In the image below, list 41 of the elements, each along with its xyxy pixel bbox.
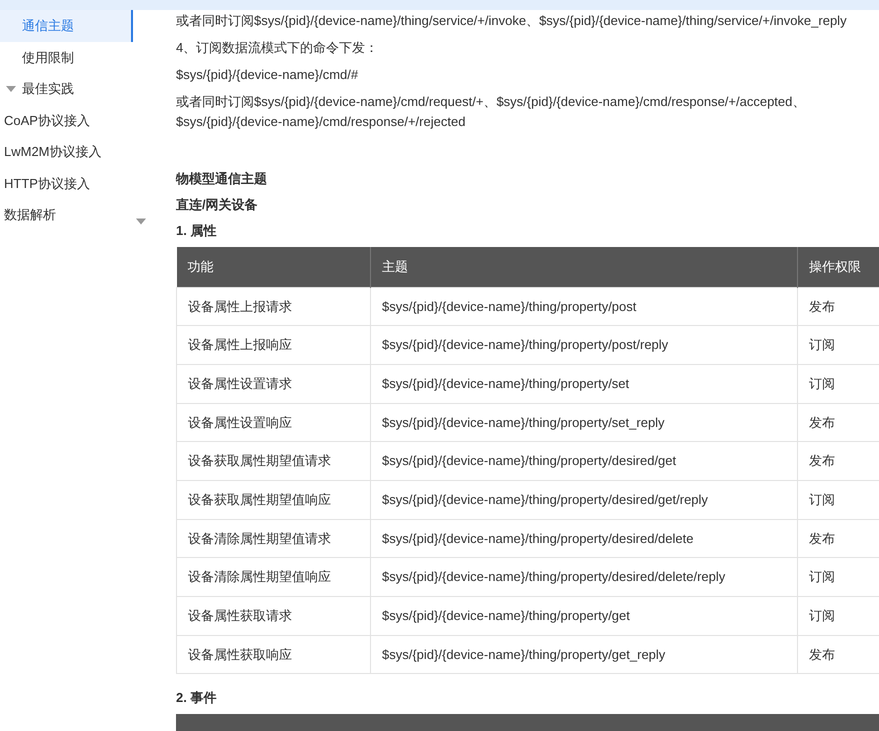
table-cell: 发布 xyxy=(798,287,879,326)
table-cell: $sys/{pid}/{device-name}/thing/property/set xyxy=(370,364,798,404)
table-cell: $sys/{pid}/{device-name}/thing/property/get_reply xyxy=(370,635,798,674)
caret-icon[interactable] xyxy=(6,86,16,92)
table-cell: $sys/{pid}/{device-name}/thing/property/post/reply xyxy=(370,326,798,364)
paragraph: $sys/{pid}/{device-name}/cmd/# xyxy=(176,66,360,84)
table-cell: 设备属性设置响应 xyxy=(176,403,370,442)
table-cell: $sys/{pid}/{device-name}/thing/property/desired/delete xyxy=(370,519,798,558)
column-header: 操作权限 xyxy=(798,247,879,287)
table-cell: $sys/{pid}/{device-name}/thing/property/get xyxy=(370,596,798,636)
column-header: 功能 xyxy=(176,247,370,287)
table-cell: $sys/{pid}/{device-name}/thing/property/desired/get xyxy=(370,442,798,480)
sidebar-item[interactable]: 最佳实践 xyxy=(0,73,133,104)
table-cell: $sys/{pid}/{device-name}/thing/property/post xyxy=(370,287,798,326)
table-cell: 设备清除属性期望值请求 xyxy=(176,519,370,558)
paragraph: 或者同时订阅$sys/{pid}/{device-name}/cmd/request/+、$sys/{pid}/{device-name}/cmd/response/+/accepted、$sys/{pid}/{device-name}/cmd/response/+/rejected xyxy=(176,93,806,131)
table-cell: 设备属性设置请求 xyxy=(176,364,370,404)
sidebar-item[interactable]: 数据解析 xyxy=(0,199,133,230)
table-cell: 设备属性获取响应 xyxy=(176,635,370,674)
table-cell: $sys/{pid}/{device-name}/thing/property/set_reply xyxy=(370,403,798,442)
paragraph: 或者同时订阅$sys/{pid}/{device-name}/thing/service/+/invoke、$sys/{pid}/{device-name}/thing/service/+/invoke_reply xyxy=(176,12,848,30)
sidebar-item[interactable]: CoAP协议接入 xyxy=(0,104,133,136)
sidebar-item[interactable]: 通信主题 xyxy=(0,10,133,42)
table-cell: 设备属性上报请求 xyxy=(176,287,370,326)
subsection-heading: 直连/网关设备 xyxy=(176,196,259,214)
table-cell: $sys/{pid}/{device-name}/thing/property/desired/get/reply xyxy=(370,480,798,520)
table-heading: 1. 属性 xyxy=(176,222,218,240)
table-heading: 2. 事件 xyxy=(176,689,218,708)
scroll-down-arrow[interactable] xyxy=(136,218,146,225)
paragraph: 4、订阅数据流模式下的命令下发： xyxy=(176,39,380,57)
table-cell: 设备获取属性期望值请求 xyxy=(176,442,370,480)
table-cell: 设备属性上报响应 xyxy=(176,326,370,364)
section-heading: 物模型通信主题 xyxy=(176,170,268,188)
table-cell: 设备属性获取请求 xyxy=(176,596,370,636)
column-header: 主题 xyxy=(370,247,798,287)
table-cell: 设备清除属性期望值响应 xyxy=(176,558,370,596)
table-cell: 设备获取属性期望值响应 xyxy=(176,480,370,520)
sidebar-item[interactable]: LwM2M协议接入 xyxy=(0,136,133,168)
sidebar-item[interactable]: 使用限制 xyxy=(0,42,133,73)
table-cell: $sys/{pid}/{device-name}/thing/property/desired/delete/reply xyxy=(370,558,798,596)
sidebar-item[interactable]: HTTP协议接入 xyxy=(0,168,133,199)
